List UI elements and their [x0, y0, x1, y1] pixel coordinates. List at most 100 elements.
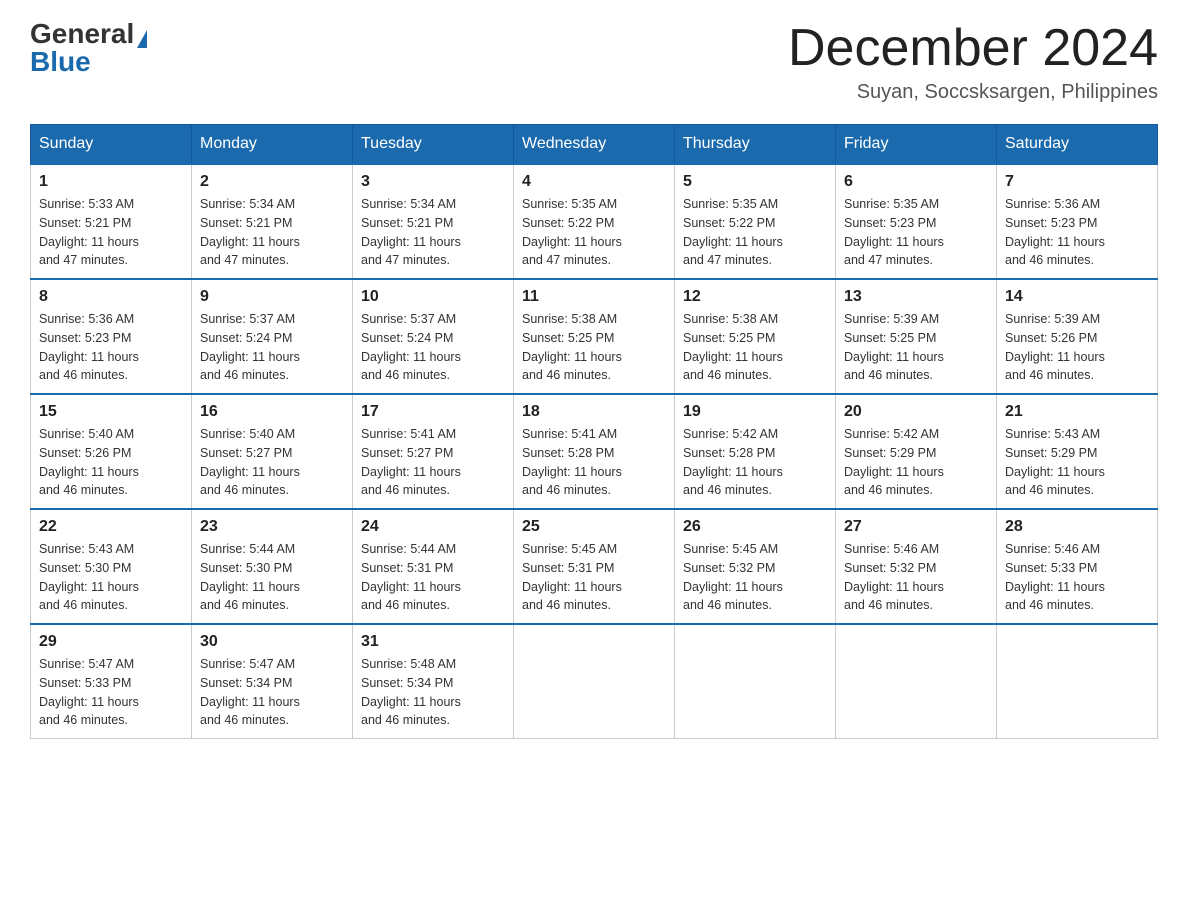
calendar-table: Sunday Monday Tuesday Wednesday Thursday… [30, 124, 1158, 739]
day-info: Sunrise: 5:45 AM Sunset: 5:32 PM Dayligh… [683, 540, 827, 615]
day-info: Sunrise: 5:44 AM Sunset: 5:31 PM Dayligh… [361, 540, 505, 615]
day-info: Sunrise: 5:45 AM Sunset: 5:31 PM Dayligh… [522, 540, 666, 615]
table-row: 17 Sunrise: 5:41 AM Sunset: 5:27 PM Dayl… [353, 394, 514, 509]
day-number: 14 [1005, 288, 1149, 306]
table-row [997, 624, 1158, 739]
day-number: 10 [361, 288, 505, 306]
table-row: 11 Sunrise: 5:38 AM Sunset: 5:25 PM Dayl… [514, 279, 675, 394]
col-wednesday: Wednesday [514, 125, 675, 165]
col-friday: Friday [836, 125, 997, 165]
col-thursday: Thursday [675, 125, 836, 165]
day-info: Sunrise: 5:44 AM Sunset: 5:30 PM Dayligh… [200, 540, 344, 615]
col-sunday: Sunday [31, 125, 192, 165]
day-number: 4 [522, 173, 666, 191]
table-row: 7 Sunrise: 5:36 AM Sunset: 5:23 PM Dayli… [997, 164, 1158, 279]
day-number: 8 [39, 288, 183, 306]
day-number: 15 [39, 403, 183, 421]
day-number: 12 [683, 288, 827, 306]
table-row: 12 Sunrise: 5:38 AM Sunset: 5:25 PM Dayl… [675, 279, 836, 394]
day-info: Sunrise: 5:36 AM Sunset: 5:23 PM Dayligh… [39, 310, 183, 385]
table-row: 30 Sunrise: 5:47 AM Sunset: 5:34 PM Dayl… [192, 624, 353, 739]
page-header: General Blue December 2024 Suyan, Soccsk… [30, 20, 1158, 104]
day-info: Sunrise: 5:43 AM Sunset: 5:29 PM Dayligh… [1005, 425, 1149, 500]
day-number: 24 [361, 518, 505, 536]
col-monday: Monday [192, 125, 353, 165]
table-row: 29 Sunrise: 5:47 AM Sunset: 5:33 PM Dayl… [31, 624, 192, 739]
logo-general-text: General [30, 18, 134, 49]
day-info: Sunrise: 5:37 AM Sunset: 5:24 PM Dayligh… [361, 310, 505, 385]
day-info: Sunrise: 5:43 AM Sunset: 5:30 PM Dayligh… [39, 540, 183, 615]
calendar-week-row: 29 Sunrise: 5:47 AM Sunset: 5:33 PM Dayl… [31, 624, 1158, 739]
day-number: 23 [200, 518, 344, 536]
day-number: 26 [683, 518, 827, 536]
day-info: Sunrise: 5:38 AM Sunset: 5:25 PM Dayligh… [683, 310, 827, 385]
day-info: Sunrise: 5:46 AM Sunset: 5:33 PM Dayligh… [1005, 540, 1149, 615]
day-info: Sunrise: 5:34 AM Sunset: 5:21 PM Dayligh… [200, 195, 344, 270]
table-row: 31 Sunrise: 5:48 AM Sunset: 5:34 PM Dayl… [353, 624, 514, 739]
day-number: 5 [683, 173, 827, 191]
day-info: Sunrise: 5:40 AM Sunset: 5:26 PM Dayligh… [39, 425, 183, 500]
day-number: 17 [361, 403, 505, 421]
day-number: 13 [844, 288, 988, 306]
month-title: December 2024 [788, 20, 1158, 77]
table-row: 15 Sunrise: 5:40 AM Sunset: 5:26 PM Dayl… [31, 394, 192, 509]
day-number: 2 [200, 173, 344, 191]
day-info: Sunrise: 5:38 AM Sunset: 5:25 PM Dayligh… [522, 310, 666, 385]
day-number: 16 [200, 403, 344, 421]
table-row [514, 624, 675, 739]
table-row: 24 Sunrise: 5:44 AM Sunset: 5:31 PM Dayl… [353, 509, 514, 624]
day-number: 11 [522, 288, 666, 306]
table-row: 1 Sunrise: 5:33 AM Sunset: 5:21 PM Dayli… [31, 164, 192, 279]
day-info: Sunrise: 5:39 AM Sunset: 5:25 PM Dayligh… [844, 310, 988, 385]
table-row: 3 Sunrise: 5:34 AM Sunset: 5:21 PM Dayli… [353, 164, 514, 279]
col-saturday: Saturday [997, 125, 1158, 165]
table-row: 13 Sunrise: 5:39 AM Sunset: 5:25 PM Dayl… [836, 279, 997, 394]
day-info: Sunrise: 5:40 AM Sunset: 5:27 PM Dayligh… [200, 425, 344, 500]
day-info: Sunrise: 5:41 AM Sunset: 5:28 PM Dayligh… [522, 425, 666, 500]
day-number: 19 [683, 403, 827, 421]
day-info: Sunrise: 5:35 AM Sunset: 5:22 PM Dayligh… [522, 195, 666, 270]
day-number: 25 [522, 518, 666, 536]
table-row: 28 Sunrise: 5:46 AM Sunset: 5:33 PM Dayl… [997, 509, 1158, 624]
day-number: 1 [39, 173, 183, 191]
day-info: Sunrise: 5:47 AM Sunset: 5:33 PM Dayligh… [39, 655, 183, 730]
calendar-header-row: Sunday Monday Tuesday Wednesday Thursday… [31, 125, 1158, 165]
table-row: 23 Sunrise: 5:44 AM Sunset: 5:30 PM Dayl… [192, 509, 353, 624]
table-row: 4 Sunrise: 5:35 AM Sunset: 5:22 PM Dayli… [514, 164, 675, 279]
table-row: 27 Sunrise: 5:46 AM Sunset: 5:32 PM Dayl… [836, 509, 997, 624]
day-number: 29 [39, 633, 183, 651]
table-row: 16 Sunrise: 5:40 AM Sunset: 5:27 PM Dayl… [192, 394, 353, 509]
table-row: 2 Sunrise: 5:34 AM Sunset: 5:21 PM Dayli… [192, 164, 353, 279]
day-number: 7 [1005, 173, 1149, 191]
table-row: 19 Sunrise: 5:42 AM Sunset: 5:28 PM Dayl… [675, 394, 836, 509]
logo-line2: Blue [30, 48, 91, 76]
title-block: December 2024 Suyan, Soccsksargen, Phili… [788, 20, 1158, 104]
day-number: 31 [361, 633, 505, 651]
logo-line1: General [30, 20, 147, 48]
col-tuesday: Tuesday [353, 125, 514, 165]
table-row [836, 624, 997, 739]
table-row: 10 Sunrise: 5:37 AM Sunset: 5:24 PM Dayl… [353, 279, 514, 394]
table-row: 22 Sunrise: 5:43 AM Sunset: 5:30 PM Dayl… [31, 509, 192, 624]
table-row: 21 Sunrise: 5:43 AM Sunset: 5:29 PM Dayl… [997, 394, 1158, 509]
day-info: Sunrise: 5:34 AM Sunset: 5:21 PM Dayligh… [361, 195, 505, 270]
location-text: Suyan, Soccsksargen, Philippines [788, 81, 1158, 104]
day-info: Sunrise: 5:42 AM Sunset: 5:28 PM Dayligh… [683, 425, 827, 500]
table-row: 14 Sunrise: 5:39 AM Sunset: 5:26 PM Dayl… [997, 279, 1158, 394]
day-info: Sunrise: 5:39 AM Sunset: 5:26 PM Dayligh… [1005, 310, 1149, 385]
day-info: Sunrise: 5:37 AM Sunset: 5:24 PM Dayligh… [200, 310, 344, 385]
logo-triangle-icon [137, 30, 147, 48]
day-number: 28 [1005, 518, 1149, 536]
day-number: 18 [522, 403, 666, 421]
table-row: 20 Sunrise: 5:42 AM Sunset: 5:29 PM Dayl… [836, 394, 997, 509]
day-number: 20 [844, 403, 988, 421]
day-info: Sunrise: 5:48 AM Sunset: 5:34 PM Dayligh… [361, 655, 505, 730]
day-info: Sunrise: 5:35 AM Sunset: 5:22 PM Dayligh… [683, 195, 827, 270]
table-row: 5 Sunrise: 5:35 AM Sunset: 5:22 PM Dayli… [675, 164, 836, 279]
day-info: Sunrise: 5:36 AM Sunset: 5:23 PM Dayligh… [1005, 195, 1149, 270]
day-info: Sunrise: 5:47 AM Sunset: 5:34 PM Dayligh… [200, 655, 344, 730]
calendar-week-row: 15 Sunrise: 5:40 AM Sunset: 5:26 PM Dayl… [31, 394, 1158, 509]
day-info: Sunrise: 5:35 AM Sunset: 5:23 PM Dayligh… [844, 195, 988, 270]
logo: General Blue [30, 20, 147, 76]
day-number: 30 [200, 633, 344, 651]
